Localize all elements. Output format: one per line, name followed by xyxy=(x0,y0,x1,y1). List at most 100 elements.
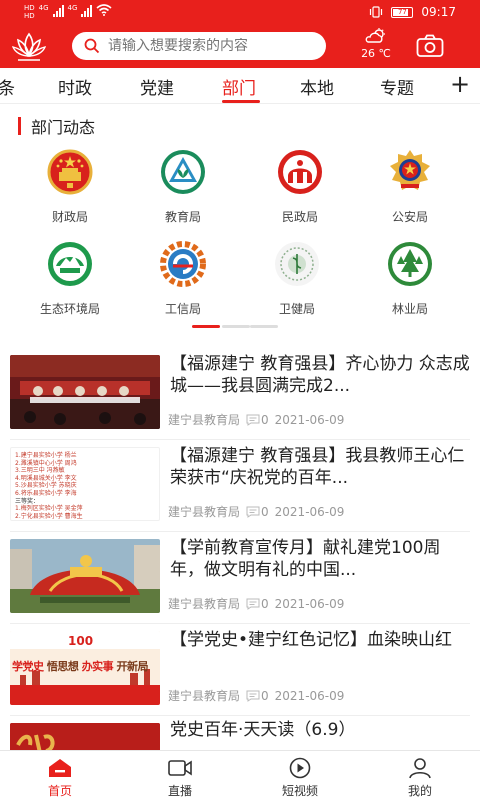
search-icon xyxy=(84,38,100,54)
news-item[interactable]: 100 学党史 悟思想 办实事 开新局 【学党史•建宁红色记忆】血染映山红 建宁… xyxy=(10,621,470,709)
dept-health[interactable]: 卫健局 xyxy=(237,240,357,317)
section-header: 部门动态 xyxy=(18,116,95,137)
dept-finance[interactable]: 财政局 xyxy=(10,148,130,225)
signal-icon xyxy=(52,5,64,17)
channel-tabs: 条 时政 党建 部门 本地 专题 + xyxy=(0,68,480,104)
comment-number: 0 xyxy=(261,688,269,703)
news-item[interactable]: 1.建宁县实验小学 杨兰 2.濉溪镇中心小学 周鸿 3.三明三中 冯燕敏 4.明… xyxy=(10,437,470,525)
nav-home[interactable]: 首页 xyxy=(20,757,100,799)
status-right: 77 09:17 xyxy=(369,5,456,19)
hd-label: HD xyxy=(24,4,35,12)
comment-count: 0 xyxy=(246,413,269,427)
news-thumbnail: 1.建宁县实验小学 杨兰 2.濉溪镇中心小学 周鸿 3.三明三中 冯燕敏 4.明… xyxy=(10,447,160,521)
dept-name: 林业局 xyxy=(391,302,428,316)
comment-number: 0 xyxy=(261,504,269,519)
thumb-text-line: 3.三明三中 冯燕敏 xyxy=(15,467,65,475)
comment-count: 0 xyxy=(246,689,269,703)
news-date: 2021-06-09 xyxy=(274,596,345,611)
news-item[interactable]: 【福源建宁 教育强县】齐心协力 众志成城——我县圆满完成2... 建宁县教育局 … xyxy=(10,345,470,433)
battery-level: 77 xyxy=(397,7,407,16)
comment-icon xyxy=(246,506,260,518)
news-meta: 建宁县教育局 0 2021-06-09 xyxy=(168,595,344,612)
tab-politics[interactable]: 时政 xyxy=(58,74,92,99)
tab-party-building[interactable]: 党建 xyxy=(140,74,174,99)
dept-forestry[interactable]: 林业局 xyxy=(350,240,470,317)
forestry-emblem-icon xyxy=(388,242,432,286)
dept-industry[interactable]: 工信局 xyxy=(123,240,243,317)
news-source: 建宁县教育局 xyxy=(168,597,241,611)
comment-icon xyxy=(246,598,260,610)
nav-live[interactable]: 直播 xyxy=(140,757,220,799)
pager-dot-active xyxy=(192,325,220,328)
nav-label: 短视频 xyxy=(281,784,318,798)
nav-profile[interactable]: 我的 xyxy=(380,757,460,799)
search-input[interactable] xyxy=(108,38,318,54)
civil-affairs-emblem-icon xyxy=(278,150,322,194)
weather-widget[interactable]: 26 ℃ xyxy=(356,28,396,60)
news-item[interactable]: 【学前教育宣传月】献礼建党100周年，做文明有礼的中国... 建宁县教育局 0 … xyxy=(10,529,470,617)
comment-icon xyxy=(246,690,260,702)
dept-name: 民政局 xyxy=(281,210,318,224)
network-indicators: HD HD 4G 4G xyxy=(24,4,112,20)
nav-label: 首页 xyxy=(47,784,72,798)
comment-number: 0 xyxy=(261,412,269,427)
status-bar: HD HD 4G 4G 77 09:17 xyxy=(0,0,480,26)
news-thumbnail xyxy=(10,355,160,429)
thumb-text-line: 2.宁化县实验小学 曹海生 xyxy=(15,512,83,520)
search-bar[interactable] xyxy=(72,32,326,60)
add-channel-icon[interactable]: + xyxy=(450,70,470,98)
dept-name: 生态环境局 xyxy=(39,302,100,316)
ecology-emblem-icon xyxy=(48,242,92,286)
party-sculpture-image xyxy=(10,539,160,613)
battery-icon: 77 xyxy=(391,6,414,18)
dept-education[interactable]: 教育局 xyxy=(123,148,243,225)
cloudy-sun-icon xyxy=(365,28,385,43)
tab-departments[interactable]: 部门 xyxy=(222,74,256,99)
active-tab-indicator xyxy=(222,100,260,103)
thumb-text-line: 1.建宁县实验小学 杨兰 xyxy=(15,452,77,459)
news-thumbnail: 100 学党史 悟思想 办实事 开新局 xyxy=(10,631,160,705)
dept-civil-affairs[interactable]: 民政局 xyxy=(240,148,360,225)
dept-public-security[interactable]: 公安局 xyxy=(350,148,470,225)
nav-label: 我的 xyxy=(407,784,432,798)
comment-icon xyxy=(246,414,260,426)
hd-label: HD xyxy=(24,12,35,20)
dept-ecology[interactable]: 生态环境局 xyxy=(10,240,130,317)
news-date: 2021-06-09 xyxy=(274,412,345,427)
news-meta: 建宁县教育局 0 2021-06-09 xyxy=(168,503,344,520)
news-title: 【学党史•建宁红色记忆】血染映山红 xyxy=(170,630,453,650)
temperature: 26 ℃ xyxy=(361,47,391,60)
tab-topics[interactable]: 专题 xyxy=(380,74,414,99)
lotus-logo-icon[interactable] xyxy=(12,31,46,63)
meeting-hall-image xyxy=(10,355,160,429)
comment-count: 0 xyxy=(246,597,269,611)
news-source: 建宁县教育局 xyxy=(168,689,241,703)
national-emblem-icon xyxy=(47,149,93,195)
user-icon xyxy=(409,758,431,779)
wifi-icon xyxy=(96,4,112,16)
news-source: 建宁县教育局 xyxy=(168,505,241,519)
network-type: 4G xyxy=(38,4,49,12)
nav-short-video[interactable]: 短视频 xyxy=(260,757,340,799)
nav-label: 直播 xyxy=(167,784,192,798)
thumb-text-line: 6.将乐县实验小学 李海 xyxy=(15,489,77,497)
poster-slogan: 开新局 xyxy=(116,660,149,673)
thumb-text-line: 5.沙县实验小学 苏晓庆 xyxy=(15,482,77,490)
poster-slogan: 办实事 xyxy=(81,660,114,673)
signal-icon xyxy=(81,5,93,17)
tab-partial[interactable]: 条 xyxy=(0,74,15,99)
comment-count: 0 xyxy=(246,505,269,519)
grid-pager xyxy=(190,325,280,328)
news-meta: 建宁县教育局 0 2021-06-09 xyxy=(168,687,344,704)
play-circle-icon xyxy=(289,757,311,779)
comment-number: 0 xyxy=(261,596,269,611)
news-title: 【福源建宁 教育强县】齐心协力 众志成城——我县圆满完成2... xyxy=(170,354,470,396)
camera-icon[interactable] xyxy=(416,34,444,58)
top-header: HDHD 4G 4G 77 09:17 26 ℃ xyxy=(0,0,480,68)
police-emblem-icon xyxy=(390,150,430,190)
news-date: 2021-06-09 xyxy=(274,688,345,703)
department-grid: 财政局 教育局 民政局 公安局 生态环境局 工信局 卫健局 林业局 xyxy=(0,148,480,318)
poster-slogan: 学党史 xyxy=(12,660,44,673)
tab-local[interactable]: 本地 xyxy=(300,74,334,99)
thumb-text-line: 1.梅列区实验小学 吴金萍 xyxy=(15,505,83,513)
